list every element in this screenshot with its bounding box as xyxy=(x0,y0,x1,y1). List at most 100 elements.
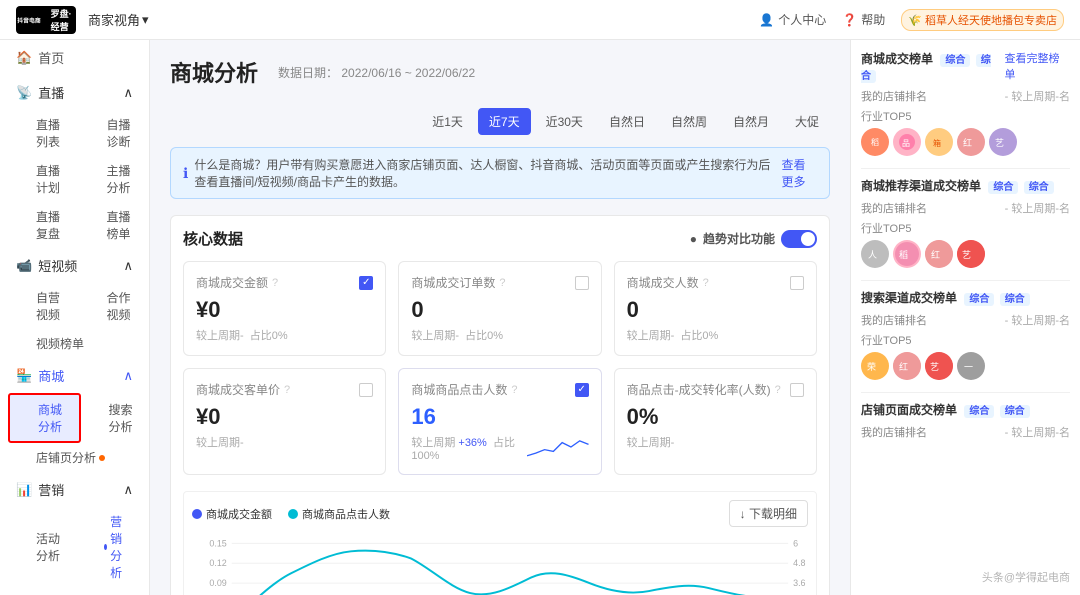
main-chart: 0.15 0.12 0.09 0.06 0.03 0 6 4.8 3.6 2.4… xyxy=(192,533,808,595)
sidebar-item-video-rank[interactable]: 视频榜单 xyxy=(8,329,100,358)
sidebar-item-collab-video[interactable]: 合作视频 xyxy=(79,283,150,329)
store-tag[interactable]: 🌾 稻草人经天使地播包专卖店 xyxy=(901,9,1064,31)
checkbox-buyers[interactable] xyxy=(790,276,804,290)
my-store-rank-store-page: 我的店铺排名 - 较上周期-名 xyxy=(861,424,1070,440)
view-full-rank-link[interactable]: 查看完整榜单 xyxy=(1005,50,1070,82)
watermark: 头条@学得起电商 xyxy=(982,569,1070,585)
metric-value-buyers: 0 xyxy=(627,297,804,323)
my-store-rank-row: 我的店铺排名 - 较上周期-名 xyxy=(861,88,1070,104)
sidebar-sub-mall: 商城分析 搜索分析 店铺页分析 xyxy=(0,393,149,472)
avatar-s3: 艺 xyxy=(925,352,953,380)
tab-1day[interactable]: 近1天 xyxy=(421,108,474,135)
svg-text:红: 红 xyxy=(963,137,972,148)
sidebar-item-own-video[interactable]: 自营视频 xyxy=(8,283,79,329)
svg-text:品: 品 xyxy=(902,139,910,148)
merchant-view-button[interactable]: 商家视角 ▾ xyxy=(88,10,149,29)
info-link[interactable]: 查看更多 xyxy=(782,156,817,190)
sidebar-item-live-rank[interactable]: 直播榜单 xyxy=(79,202,150,248)
metric-sub-orders: 较上周期- 占比0% xyxy=(411,327,588,343)
sidebar-item-home[interactable]: 🏠 首页 xyxy=(0,40,149,75)
svg-text:红: 红 xyxy=(899,361,908,372)
tab-natural-week[interactable]: 自然周 xyxy=(660,108,718,135)
rank-title-mall: 商城成交榜单 综合 综合 查看完整榜单 xyxy=(861,50,1070,82)
live-icon: 📡 xyxy=(16,85,32,101)
toggle-switch[interactable] xyxy=(781,230,817,248)
checkbox-orders[interactable] xyxy=(575,276,589,290)
checkbox-revenue[interactable]: ✓ xyxy=(359,276,373,290)
divider-1 xyxy=(861,168,1070,169)
avatar-r1: 人 xyxy=(861,240,889,268)
avatar-s2: 红 xyxy=(893,352,921,380)
checkbox-avg-price[interactable] xyxy=(359,383,373,397)
checkbox-conversion[interactable] xyxy=(790,383,804,397)
avatar-5: 艺 xyxy=(989,128,1017,156)
metric-value-conversion: 0% xyxy=(627,404,804,430)
rank-title-search: 搜索渠道成交榜单 综合 综合 xyxy=(861,289,1070,306)
metric-label-buyers: 商城成交人数 ? xyxy=(627,274,709,291)
sidebar-item-sales-analysis[interactable]: 营销分析 xyxy=(76,507,149,587)
top-nav-right: 👤 个人中心 ❓ 帮助 🌾 稻草人经天使地播包专卖店 xyxy=(759,9,1064,31)
personal-center-button[interactable]: 👤 个人中心 xyxy=(759,11,826,28)
metric-label-revenue: 商城成交金额 ? xyxy=(196,274,278,291)
sidebar-item-store-page-analysis[interactable]: 店铺页分析 xyxy=(8,443,121,472)
metric-sub-clicks: 较上周期 +36% 占比100% xyxy=(411,434,527,462)
svg-text:4.8: 4.8 xyxy=(793,558,805,568)
rank-section-recommend: 商城推荐渠道成交榜单 综合 综合 我的店铺排名 - 较上周期-名 行业TOP5 … xyxy=(861,177,1070,268)
svg-text:0.15: 0.15 xyxy=(209,538,226,548)
tab-natural-day[interactable]: 自然日 xyxy=(598,108,656,135)
tab-30day[interactable]: 近30天 xyxy=(535,108,594,135)
rank-section-mall: 商城成交榜单 综合 综合 查看完整榜单 我的店铺排名 - 较上周期-名 行业TO… xyxy=(861,50,1070,156)
svg-text:稻: 稻 xyxy=(899,250,908,260)
metric-card-clicks: 商城商品点击人数 ? ✓ 16 较上周期 +36% 占比100% xyxy=(398,368,601,475)
sidebar-group-live[interactable]: 📡 直播 ∧ xyxy=(0,75,149,110)
avatar-s1: 荣 xyxy=(861,352,889,380)
tab-7day[interactable]: 近7天 xyxy=(478,108,531,135)
sidebar-item-mall-analysis[interactable]: 商城分析 xyxy=(8,393,81,443)
legend-revenue: 商城成交金额 xyxy=(192,506,272,522)
info-icon: ℹ xyxy=(183,165,188,182)
divider-3 xyxy=(861,392,1070,393)
divider-2 xyxy=(861,280,1070,281)
sidebar-group-mall[interactable]: 🏪 商城 ∧ xyxy=(0,358,149,393)
metric-label-clicks: 商城商品点击人数 ? xyxy=(411,381,517,398)
logo: 抖音电商 罗盘 罗盘·经营 xyxy=(16,6,76,34)
help-button[interactable]: ❓ 帮助 xyxy=(842,11,885,28)
page-title: 商城分析 xyxy=(170,56,258,88)
info-bar: ℹ 什么是商城？用户带有购买意愿进入商家店铺页面、达人橱窗、抖音商城、活动页面等… xyxy=(170,147,830,199)
svg-text:艺: 艺 xyxy=(962,250,971,260)
sidebar-item-anchor-analysis[interactable]: 主播分析 xyxy=(79,156,150,202)
sidebar-group-store[interactable]: 🏬 店铺 ∧ xyxy=(0,587,149,595)
metric-value-orders: 0 xyxy=(411,297,588,323)
sidebar-item-live-plan[interactable]: 直播计划 xyxy=(8,156,79,202)
tab-promotion[interactable]: 大促 xyxy=(784,108,830,135)
tab-natural-month[interactable]: 自然月 xyxy=(722,108,780,135)
svg-text:一: 一 xyxy=(964,362,973,372)
sidebar-item-search-analysis[interactable]: 搜索分析 xyxy=(81,393,150,443)
sidebar-item-activity-analysis[interactable]: 活动分析 xyxy=(8,507,76,587)
mini-chart-clicks xyxy=(527,432,589,462)
download-button[interactable]: ↓ 下载明细 xyxy=(729,500,808,527)
metrics-grid: 商城成交金额 ? ✓ ¥0 较上周期- 占比0% 商城成交订单数 ? xyxy=(183,261,817,475)
trend-toggle[interactable]: ● 趋势对比功能 xyxy=(690,230,817,248)
metric-label-orders: 商城成交订单数 ? xyxy=(411,274,505,291)
sidebar-group-marketing[interactable]: 📊 营销 ∧ xyxy=(0,472,149,507)
svg-text:6: 6 xyxy=(793,538,798,548)
svg-text:3.6: 3.6 xyxy=(793,578,805,588)
sidebar-item-live-review[interactable]: 直播复盘 xyxy=(8,202,79,248)
checkbox-clicks[interactable]: ✓ xyxy=(575,383,589,397)
core-data-section: 核心数据 ● 趋势对比功能 商城成交金额 ? ✓ xyxy=(170,215,830,595)
rank-title-store-page: 店铺页面成交榜单 综合 综合 xyxy=(861,401,1070,418)
metric-card-conversion: 商品点击-成交转化率(人数) ? 0% 较上周期- xyxy=(614,368,817,475)
sidebar-item-self-diagnose[interactable]: 自播诊断 xyxy=(79,110,150,156)
rank-avatars-recommend: 人 稻 红 艺 xyxy=(861,240,1070,268)
legend-dot-clicks xyxy=(288,509,298,519)
legend-clicks: 商城商品点击人数 xyxy=(288,506,390,522)
sidebar-sub-marketing: 活动分析 营销分析 xyxy=(0,507,149,587)
avatar-r4: 艺 xyxy=(957,240,985,268)
sidebar-group-video[interactable]: 📹 短视频 ∧ xyxy=(0,248,149,283)
avatar-1: 稻 xyxy=(861,128,889,156)
svg-text:0.09: 0.09 xyxy=(209,578,226,588)
sidebar: 🏠 首页 📡 直播 ∧ 直播列表 自播诊断 直播计划 主播分析 直播复盘 直播榜… xyxy=(0,40,150,595)
sidebar-item-live-list[interactable]: 直播列表 xyxy=(8,110,79,156)
rank-section-search: 搜索渠道成交榜单 综合 综合 我的店铺排名 - 较上周期-名 行业TOP5 荣 … xyxy=(861,289,1070,380)
